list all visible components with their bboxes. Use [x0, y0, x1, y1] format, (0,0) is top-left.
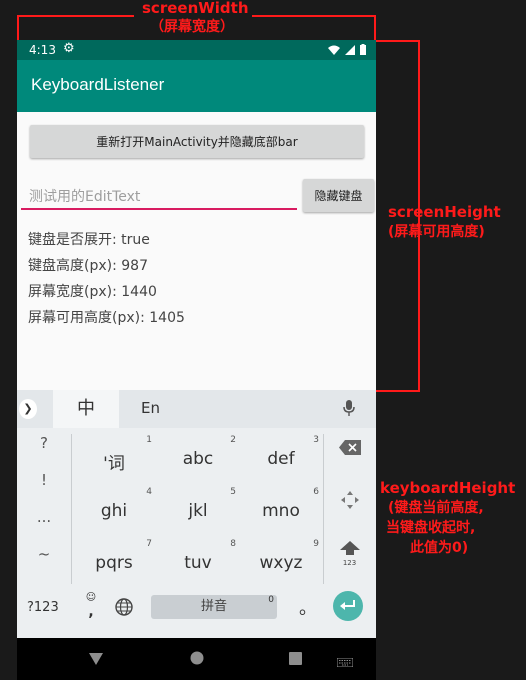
app-bar: KeyboardListener	[17, 60, 376, 112]
keyboard-bottom-row: ?123 ☺ , 拼音 0 。	[17, 588, 376, 638]
test-edit-text[interactable]: 测试用的EditText	[21, 180, 297, 210]
phone-screen: 4:13 ⚙ KeyboardListener 重新打开MainActivity…	[17, 40, 376, 680]
mode-english-tab[interactable]: En	[141, 399, 160, 417]
app-title: KeyboardListener	[31, 75, 165, 94]
cursor-move-icon[interactable]	[323, 491, 376, 513]
gear-icon: ⚙	[63, 41, 75, 56]
key-9[interactable]: 9 wxyz	[239, 535, 323, 585]
symbols-key[interactable]: ?123	[27, 600, 59, 615]
width-bracket-right-h	[252, 15, 376, 17]
keyboard-height-line2: (键盘当前高度,	[388, 500, 484, 516]
key-3[interactable]: 3 def	[239, 431, 323, 481]
symbol-key-ellipsis[interactable]: ...	[17, 508, 71, 526]
key-6[interactable]: 6 mno	[239, 483, 323, 533]
keyboard-height-line4: 此值为0)	[410, 540, 469, 556]
chevron-right-icon[interactable]: ❯	[19, 399, 37, 419]
navigation-bar	[17, 638, 376, 680]
space-key[interactable]: 拼音 0	[151, 595, 277, 619]
comma-emoji-key[interactable]: ☺ ,	[84, 591, 98, 619]
globe-icon[interactable]	[115, 598, 133, 621]
space-label: 拼音	[200, 599, 227, 614]
key-8[interactable]: 8 tuv	[156, 535, 240, 585]
height-bracket-top-h	[376, 40, 420, 42]
shift-sub-label: 123	[342, 559, 357, 567]
keyboard-height-line3: 当键盘收起时,	[386, 520, 476, 536]
info-screen-width: 屏幕宽度(px): 1440	[28, 284, 157, 300]
symbol-key-question[interactable]: ?	[17, 434, 71, 452]
keyboard-height-label: keyboardHeight	[380, 479, 516, 497]
shift-icon[interactable]: 123	[323, 540, 376, 567]
status-time: 4:13	[29, 43, 56, 57]
info-screen-height: 屏幕可用高度(px): 1405	[28, 310, 185, 326]
key-1[interactable]: 1 '词	[72, 431, 156, 481]
period-key[interactable]: 。	[299, 594, 317, 620]
microphone-icon[interactable]	[343, 400, 355, 420]
back-icon[interactable]	[89, 650, 103, 669]
keyboard-toolbar: ❯ 中 En	[17, 390, 376, 428]
mode-chinese-tab[interactable]: 中	[53, 390, 119, 428]
main-content: 重新打开MainActivity并隐藏底部bar 测试用的EditText 隐藏…	[17, 112, 376, 390]
edit-placeholder: 测试用的EditText	[29, 189, 141, 205]
screen-height-sublabel: (屏幕可用高度)	[388, 224, 485, 240]
battery-icon	[360, 44, 366, 55]
backspace-icon[interactable]	[323, 440, 376, 459]
keyboard-switch-icon[interactable]	[336, 652, 354, 671]
home-icon[interactable]	[190, 650, 204, 669]
signal-icon	[345, 44, 355, 55]
space-num: 0	[268, 595, 274, 605]
symbol-column: ? ! ... ~	[17, 428, 71, 588]
width-bracket-right-v	[374, 15, 376, 40]
info-keyboard-height: 键盘高度(px): 987	[28, 258, 148, 274]
hide-keyboard-button[interactable]: 隐藏键盘	[303, 179, 374, 212]
reopen-activity-button[interactable]: 重新打开MainActivity并隐藏底部bar	[30, 125, 364, 158]
height-bracket-bottom-h	[376, 390, 420, 392]
symbol-key-exclaim[interactable]: !	[17, 471, 71, 489]
soft-keyboard: ❯ 中 En ? ! ... ~ 1 '词 2 abc 3 def 4 ghi 5 jkl…	[17, 390, 376, 638]
comma-label: ,	[88, 604, 94, 620]
emoji-icon: ☺	[85, 592, 97, 603]
screen-height-label: screenHeight	[388, 203, 501, 221]
symbol-key-tilde[interactable]: ~	[17, 545, 71, 563]
info-keyboard-shown: 键盘是否展开: true	[28, 232, 150, 248]
action-column: 123	[323, 428, 376, 588]
key-5[interactable]: 5 jkl	[156, 483, 240, 533]
wifi-icon	[328, 45, 340, 55]
width-bracket-left-h	[17, 15, 134, 17]
key-7[interactable]: 7 pqrs	[72, 535, 156, 585]
enter-icon[interactable]	[333, 591, 363, 621]
key-4[interactable]: 4 ghi	[72, 483, 156, 533]
width-bracket-left-v	[17, 15, 19, 40]
screen-width-label: screenWidth	[142, 0, 249, 17]
screen-width-sublabel: （屏幕宽度）	[150, 19, 234, 35]
status-bar: 4:13 ⚙	[17, 40, 376, 60]
key-2[interactable]: 2 abc	[156, 431, 240, 481]
recents-icon[interactable]	[289, 650, 302, 669]
